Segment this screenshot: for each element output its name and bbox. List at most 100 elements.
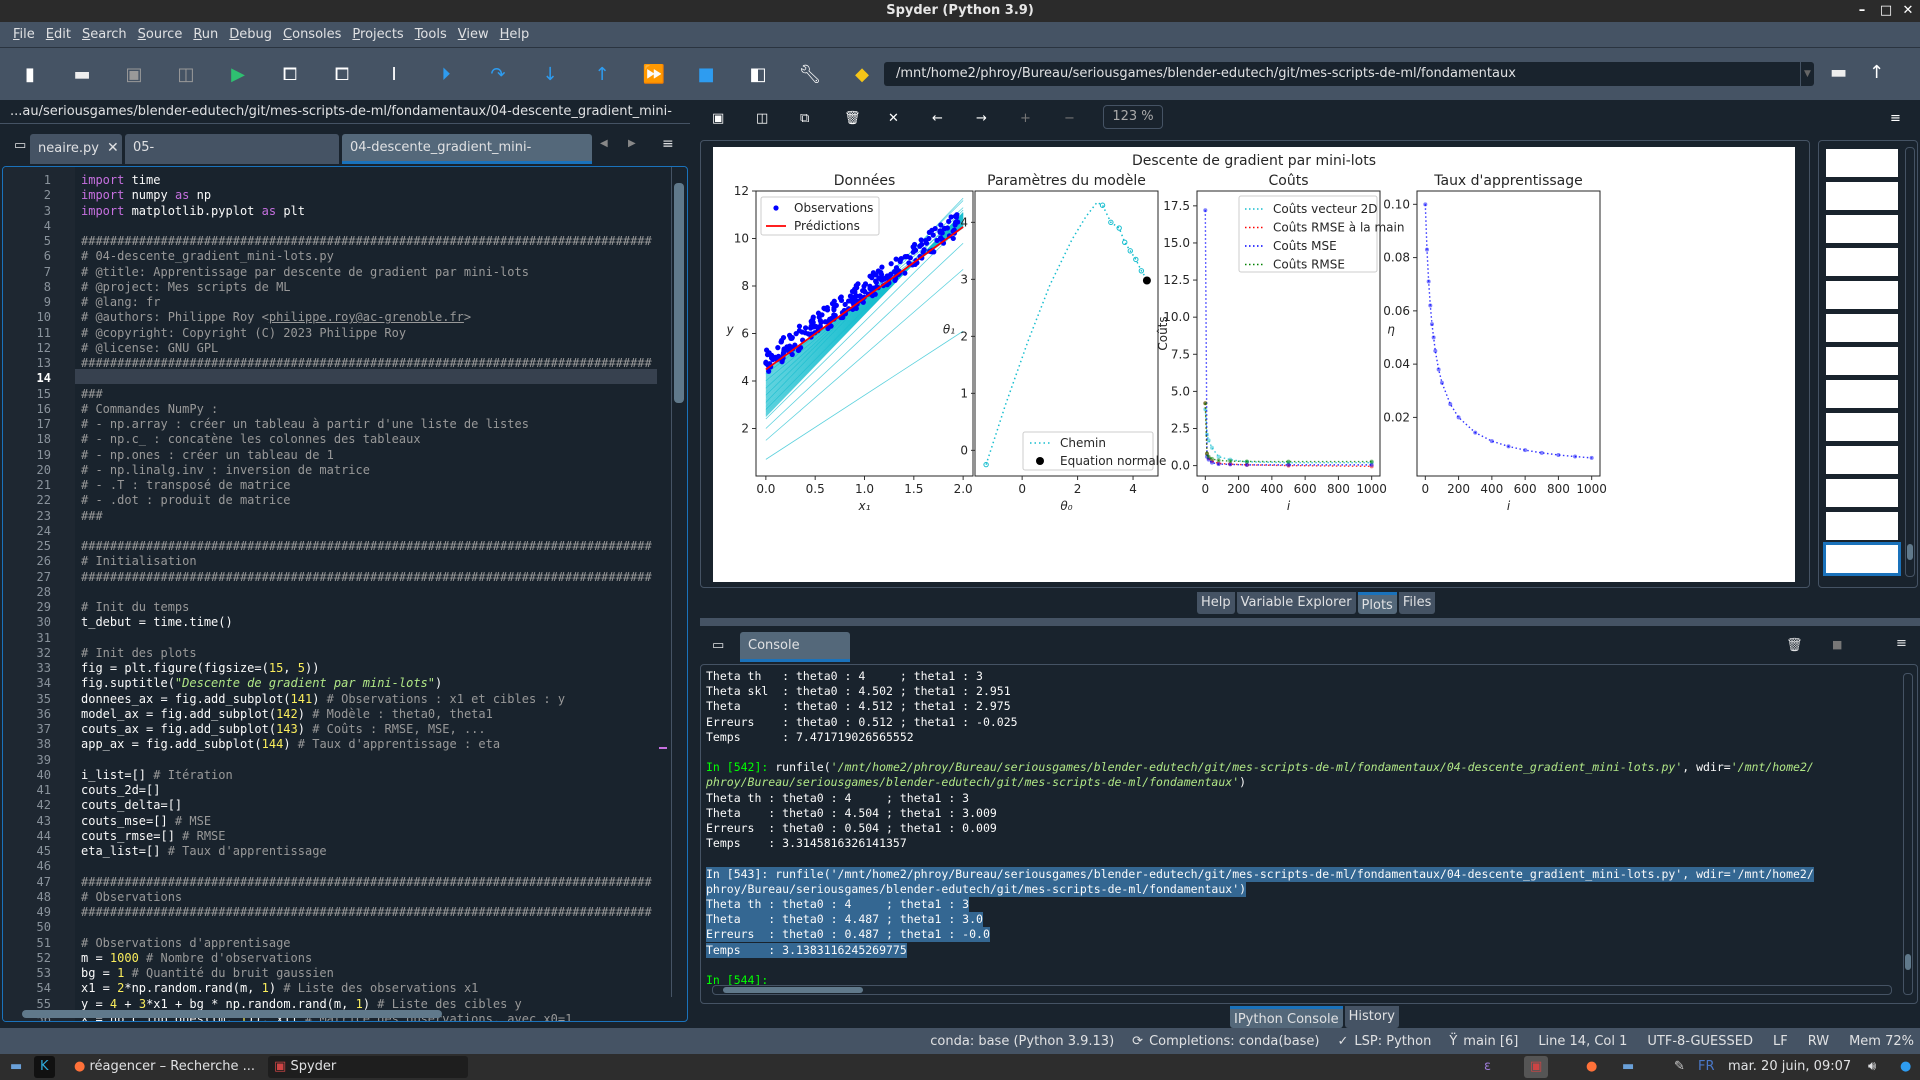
clear-console-icon[interactable]: 🗑︎ — [1786, 638, 1803, 653]
options-menu-icon[interactable]: ≡ — [662, 136, 674, 152]
task-spyder[interactable]: ▣ Spyder — [268, 1056, 468, 1078]
volume-icon[interactable]: 🔊︎ — [1862, 1056, 1882, 1078]
menu-consoles[interactable]: Consoles — [283, 27, 341, 42]
status-lsp[interactable]: LSP: Python — [1354, 1034, 1431, 1049]
plot-thumbnail[interactable] — [1826, 479, 1898, 507]
console-horizontal-scrollbar[interactable] — [712, 985, 1892, 995]
zoom-level[interactable]: 123 % — [1103, 105, 1163, 129]
continue-icon[interactable]: ⏩ — [636, 56, 672, 92]
new-file-icon[interactable]: ▮ — [12, 56, 48, 92]
tab-linear[interactable]: neaire.py ✕ — [30, 134, 122, 164]
save-icon[interactable]: ▣ — [116, 56, 152, 92]
plot-thumbnail[interactable] — [1826, 149, 1898, 177]
plot-thumbnail[interactable] — [1826, 281, 1898, 309]
menu-source[interactable]: Source — [138, 27, 183, 42]
keyboard-layout[interactable]: FR — [1692, 1056, 1721, 1078]
menu-edit[interactable]: Edit — [46, 27, 71, 42]
zoom-out-icon[interactable]: − — [1064, 111, 1075, 126]
plot-thumbnail[interactable] — [1826, 314, 1898, 342]
app-launcher-icon[interactable]: K — [34, 1056, 55, 1078]
tab-help[interactable]: Help — [1197, 592, 1235, 614]
save-plot-icon[interactable]: ▣ — [712, 111, 724, 126]
parent-directory-icon[interactable]: ↑ — [1869, 62, 1884, 83]
thumbnails-scrollbar[interactable] — [1905, 147, 1915, 577]
tab-files[interactable]: Files — [1398, 592, 1436, 614]
pane-splitter[interactable] — [700, 618, 1920, 626]
console-vertical-scrollbar[interactable] — [1903, 673, 1913, 995]
network-icon[interactable]: ✎ — [1668, 1056, 1691, 1078]
plots-options-menu-icon[interactable]: ≡ — [1890, 111, 1901, 126]
console-options-menu-icon[interactable]: ≡ — [1896, 636, 1907, 651]
menu-run[interactable]: Run — [193, 27, 218, 42]
run-cell-advance-icon[interactable]: ⧠ — [324, 56, 360, 92]
clock[interactable]: mar. 20 juin, 09:07 — [1722, 1056, 1857, 1078]
run-selection-icon[interactable]: I — [376, 56, 412, 92]
tab-console-1a[interactable]: Console 1/A✕ — [740, 632, 850, 682]
code-editor[interactable]: 1 2 3 4 5 6 7 8 9 10 11 12 13 14 15 16 17 18 19 20 21 22 23 24 2… — [2, 166, 688, 1022]
spyder-tray-icon[interactable]: ▣ — [1524, 1056, 1549, 1078]
tab-plots[interactable]: Plots — [1357, 592, 1397, 614]
emacs-icon[interactable]: ε — [1478, 1056, 1497, 1078]
files-tray-icon[interactable]: ▬ — [1616, 1056, 1640, 1078]
task-firefox[interactable]: ● réagencer – Recherche ... — [68, 1056, 266, 1078]
ipython-console[interactable]: Theta th : theta0 : 4 ; theta1 : 3 Theta … — [700, 664, 1918, 1004]
close-icon[interactable]: ✕ — [1898, 0, 1918, 22]
menu-help[interactable]: Help — [500, 27, 530, 42]
preferences-icon[interactable]: 🔧︎ — [792, 56, 828, 92]
plot-thumbnail[interactable] — [1823, 542, 1901, 576]
previous-plot-icon[interactable]: ← — [932, 111, 943, 126]
open-file-icon[interactable]: ▬ — [64, 56, 100, 92]
menu-tools[interactable]: Tools — [415, 27, 447, 42]
working-directory-input[interactable]: /mnt/home2/phroy/Bureau/seriousgames/ble… — [884, 62, 1814, 86]
status-env[interactable]: conda: base (Python 3.9.13) — [930, 1034, 1114, 1049]
menu-view[interactable]: View — [458, 27, 489, 42]
menu-debug[interactable]: Debug — [229, 27, 272, 42]
editor-vertical-scrollbar[interactable] — [671, 167, 685, 997]
menu-projects[interactable]: Projects — [352, 27, 403, 42]
step-return-icon[interactable]: ↑ — [584, 56, 620, 92]
tab-regression-polynomiale[interactable]: 05-regression_polynomiale.py✕ — [125, 134, 339, 184]
chevron-down-icon[interactable]: ▼ — [1800, 62, 1814, 86]
plot-thumbnail[interactable] — [1826, 380, 1898, 408]
editor-horizontal-scrollbar[interactable] — [0, 1008, 670, 1020]
interrupt-kernel-icon[interactable]: ■ — [1832, 638, 1842, 651]
save-all-icon[interactable]: ◫ — [168, 56, 204, 92]
copy-plot-icon[interactable]: ⧉ — [800, 111, 809, 126]
plot-thumbnail[interactable] — [1826, 446, 1898, 474]
tab-ipython-console[interactable]: IPython Console — [1230, 1006, 1343, 1028]
run-icon[interactable]: ▶ — [220, 56, 256, 92]
menu-search[interactable]: Search — [82, 27, 127, 42]
minimize-icon[interactable]: – — [1852, 0, 1872, 22]
maximize-icon[interactable]: □ — [1876, 0, 1896, 22]
tab-history[interactable]: History — [1344, 1006, 1399, 1028]
tab-descente-gradient[interactable]: 04-descente_gradient_mini-lots.py✕ — [342, 134, 592, 184]
remove-plot-icon[interactable]: 🗑︎ — [844, 111, 861, 126]
plot-thumbnail[interactable] — [1826, 215, 1898, 243]
step-icon[interactable]: ↷ — [480, 56, 516, 92]
scroll-tabs-left-icon[interactable]: ◀ — [600, 138, 608, 149]
zoom-in-icon[interactable]: + — [1020, 111, 1031, 126]
file-manager-icon[interactable]: ▬ — [4, 1056, 28, 1078]
next-plot-icon[interactable]: → — [976, 111, 987, 126]
stop-icon[interactable]: ■ — [688, 56, 724, 92]
plot-thumbnail[interactable] — [1826, 413, 1898, 441]
maximize-pane-icon[interactable]: ◧ — [740, 56, 776, 92]
system-tray-icon[interactable]: ● — [1894, 1056, 1917, 1078]
save-all-plots-icon[interactable]: ◫ — [756, 111, 768, 126]
browse-tabs-icon[interactable]: ▭ — [14, 138, 26, 153]
firefox-tray-icon[interactable]: ● — [1580, 1056, 1603, 1078]
menu-file[interactable]: File — [13, 27, 35, 42]
close-tab-icon[interactable]: ✕ — [107, 140, 119, 156]
browse-consoles-icon[interactable]: ▭ — [712, 638, 724, 653]
python-path-icon[interactable]: ◆ — [844, 56, 880, 92]
plot-thumbnail[interactable] — [1826, 347, 1898, 375]
debug-icon[interactable]: ⏵ — [428, 56, 464, 92]
plot-thumbnail[interactable] — [1826, 182, 1898, 210]
tab-variable-explorer[interactable]: Variable Explorer — [1236, 592, 1356, 614]
plot-thumbnail[interactable] — [1826, 248, 1898, 276]
step-into-icon[interactable]: ↓ — [532, 56, 568, 92]
run-cell-icon[interactable]: ⧠ — [272, 56, 308, 92]
browse-folder-icon[interactable]: ▬ — [1830, 62, 1847, 83]
scroll-tabs-right-icon[interactable]: ▶ — [628, 138, 636, 149]
remove-all-plots-icon[interactable]: ✕ — [888, 111, 899, 126]
